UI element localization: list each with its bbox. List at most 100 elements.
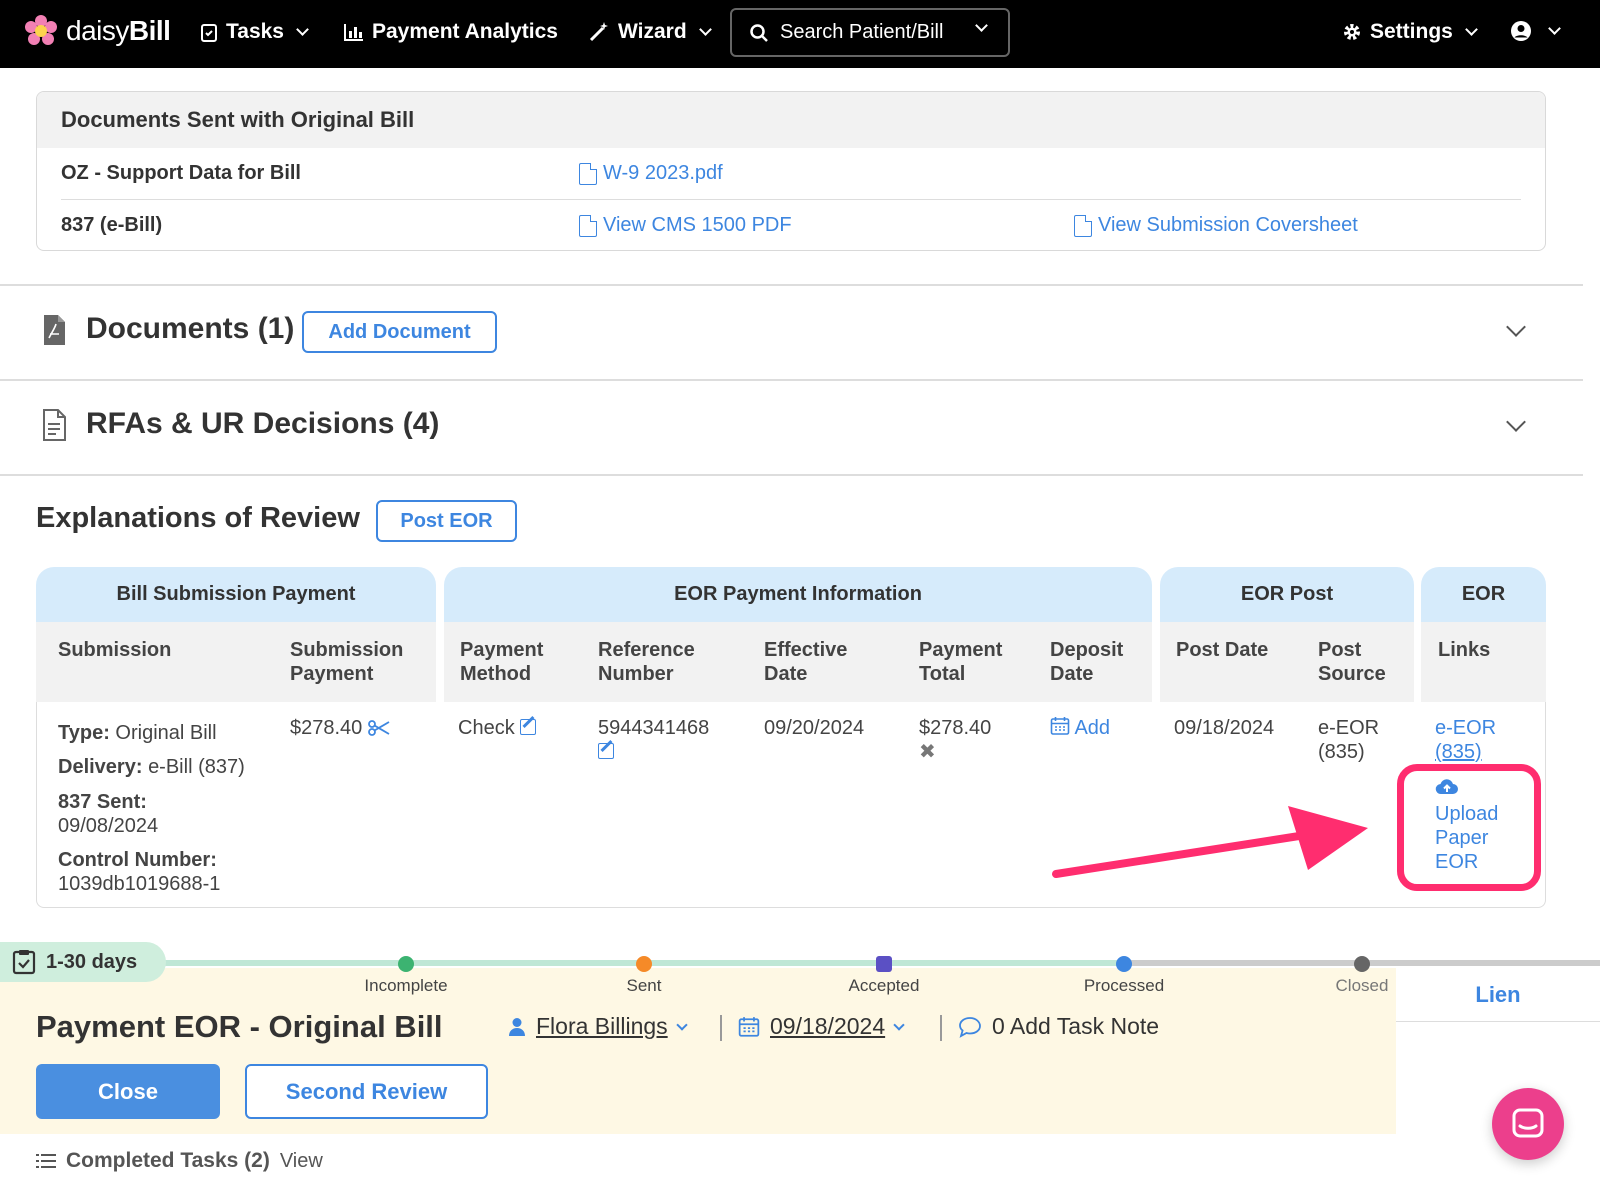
column-header-group: Post Date Post Source bbox=[1160, 622, 1414, 702]
post-source-value: e-EOR (835) bbox=[1318, 717, 1380, 763]
col-deposit-date: Deposit Date bbox=[1050, 639, 1124, 685]
search-icon bbox=[750, 23, 768, 42]
column-header-group: Submission Submission Payment bbox=[36, 622, 436, 702]
rfas-title: RFAs & UR Decisions (4) bbox=[86, 407, 440, 440]
view-cms1500-link[interactable]: View CMS 1500 PDF bbox=[579, 214, 792, 237]
nav-payment-analytics-label: Payment Analytics bbox=[372, 20, 558, 43]
chat-launcher-button[interactable] bbox=[1492, 1088, 1564, 1160]
daisybill-logo[interactable]: daisyBill bbox=[24, 14, 171, 48]
second-review-button[interactable]: Second Review bbox=[245, 1064, 488, 1119]
nav-tasks-label: Tasks bbox=[226, 20, 284, 43]
separator bbox=[720, 1015, 722, 1041]
file-text-icon bbox=[43, 409, 66, 441]
calendar-icon bbox=[1050, 717, 1070, 735]
w9-pdf-link[interactable]: W-9 2023.pdf bbox=[579, 162, 723, 185]
col-post-source: Post Source bbox=[1318, 639, 1386, 685]
pdf-document-icon bbox=[44, 315, 65, 345]
group-eor-payment-info: EOR Payment Information bbox=[444, 567, 1152, 622]
col-payment-method: Payment Method bbox=[460, 639, 544, 685]
documents-section[interactable]: Documents (1) Add Document bbox=[0, 286, 1583, 378]
assignee-dropdown[interactable]: Flora Billings bbox=[508, 1013, 688, 1040]
stage-sent: Sent bbox=[594, 956, 694, 996]
reference-number-value: 5944341468 bbox=[598, 716, 709, 764]
nav-payment-analytics[interactable]: Payment Analytics bbox=[344, 20, 558, 44]
chevron-down-icon bbox=[675, 1018, 688, 1031]
sent-doc-label: OZ - Support Data for Bill bbox=[61, 162, 301, 184]
documents-title: Documents (1) bbox=[86, 312, 295, 345]
post-date-value: 09/18/2024 bbox=[1174, 717, 1275, 739]
chevron-down-icon[interactable] bbox=[1506, 317, 1526, 337]
magic-wand-icon bbox=[589, 22, 608, 42]
days-badge: 1-30 days bbox=[0, 942, 166, 982]
chevron-down-icon bbox=[296, 23, 309, 36]
task-title: Payment EOR - Original Bill bbox=[36, 1009, 443, 1044]
tab-lien[interactable]: Lien bbox=[1396, 968, 1600, 1022]
chevron-down-icon[interactable] bbox=[1506, 412, 1526, 432]
clipboard-check-icon bbox=[201, 24, 217, 42]
e-eor-835-link[interactable]: e-EOR (835) bbox=[1435, 716, 1496, 764]
view-completed-link[interactable]: View bbox=[280, 1150, 323, 1173]
sent-documents-panel: Documents Sent with Original Bill OZ - S… bbox=[36, 91, 1546, 251]
highlight-box bbox=[1397, 764, 1541, 891]
col-effective-date: Effective Date bbox=[764, 639, 848, 685]
col-submission: Submission bbox=[58, 639, 172, 661]
edit-icon[interactable] bbox=[520, 719, 537, 735]
column-header-group: Payment Method Reference Number Effective D… bbox=[444, 622, 1152, 702]
completed-tasks-row[interactable]: Completed Tasks (2) View bbox=[36, 1149, 323, 1173]
chevron-down-icon bbox=[975, 19, 988, 32]
view-coversheet-link[interactable]: View Submission Coversheet bbox=[1074, 214, 1358, 237]
nav-settings[interactable]: Settings bbox=[1342, 20, 1478, 44]
close-task-button[interactable]: Close bbox=[36, 1064, 220, 1119]
sent-doc-row: 837 (e-Bill) View CMS 1500 PDF View Subm… bbox=[61, 200, 1521, 250]
add-document-button[interactable]: Add Document bbox=[302, 311, 497, 353]
column-header-group: Links bbox=[1421, 622, 1546, 702]
user-menu[interactable] bbox=[1510, 20, 1561, 42]
payment-method-value: Check bbox=[458, 716, 537, 740]
col-post-date: Post Date bbox=[1176, 639, 1269, 661]
chevron-down-icon bbox=[698, 23, 712, 36]
edit-icon[interactable] bbox=[598, 743, 614, 759]
gear-icon bbox=[1344, 24, 1360, 40]
rfas-section[interactable]: RFAs & UR Decisions (4) bbox=[0, 381, 1583, 473]
calendar-icon bbox=[738, 1016, 760, 1037]
sent-doc-row: OZ - Support Data for Bill W-9 2023.pdf bbox=[61, 148, 1521, 200]
nav-wizard[interactable]: Wizard bbox=[588, 20, 712, 44]
group-bill-submission-payment: Bill Submission Payment bbox=[36, 567, 436, 622]
submission-details: Type: Original Bill Delivery: e-Bill (83… bbox=[58, 722, 245, 895]
daisy-flower-icon bbox=[25, 15, 57, 45]
close-x-icon[interactable]: ✖ bbox=[919, 740, 991, 764]
divider bbox=[0, 474, 1583, 476]
stage-accepted: Accepted bbox=[832, 956, 936, 996]
sent-doc-label: 837 (e-Bill) bbox=[61, 214, 163, 236]
add-task-note-link[interactable]: 0 Add Task Note bbox=[958, 1013, 1159, 1040]
nav-wizard-label: Wizard bbox=[618, 20, 687, 43]
scissors-icon[interactable] bbox=[367, 720, 390, 736]
chevron-down-icon bbox=[1548, 22, 1561, 35]
pdf-file-icon bbox=[579, 214, 597, 237]
post-eor-button[interactable]: Post EOR bbox=[376, 500, 517, 542]
search-patient-bill-input[interactable]: Search Patient/Bill bbox=[730, 8, 1010, 57]
pdf-file-icon bbox=[1074, 214, 1092, 237]
stage-processed: Processed bbox=[1072, 956, 1176, 996]
col-submission-payment: Submission Payment bbox=[290, 639, 404, 685]
sent-documents-title: Documents Sent with Original Bill bbox=[37, 92, 1545, 148]
submission-payment-value: $278.40 bbox=[290, 716, 390, 740]
task-date-dropdown[interactable]: 09/18/2024 bbox=[738, 1013, 905, 1040]
nav-tasks[interactable]: Tasks bbox=[200, 20, 309, 44]
top-navbar: daisyBill Tasks Payment Analytics Wizard… bbox=[0, 0, 1600, 68]
clipboard-check-icon bbox=[12, 950, 36, 975]
pdf-file-icon bbox=[579, 162, 597, 185]
deposit-add-link[interactable]: Add bbox=[1050, 716, 1110, 740]
brand-light: daisy bbox=[66, 15, 129, 46]
separator bbox=[940, 1015, 942, 1041]
col-reference-number: Reference Number bbox=[598, 639, 695, 685]
user-icon bbox=[509, 1017, 525, 1036]
chevron-down-icon bbox=[893, 1018, 905, 1031]
nav-settings-label: Settings bbox=[1370, 20, 1453, 43]
effective-date-value: 09/20/2024 bbox=[764, 717, 865, 739]
list-icon bbox=[36, 1154, 56, 1168]
stage-incomplete: Incomplete bbox=[356, 956, 456, 996]
group-eor: EOR bbox=[1421, 567, 1546, 622]
bar-chart-icon bbox=[344, 24, 363, 41]
chevron-down-icon bbox=[1464, 23, 1478, 36]
